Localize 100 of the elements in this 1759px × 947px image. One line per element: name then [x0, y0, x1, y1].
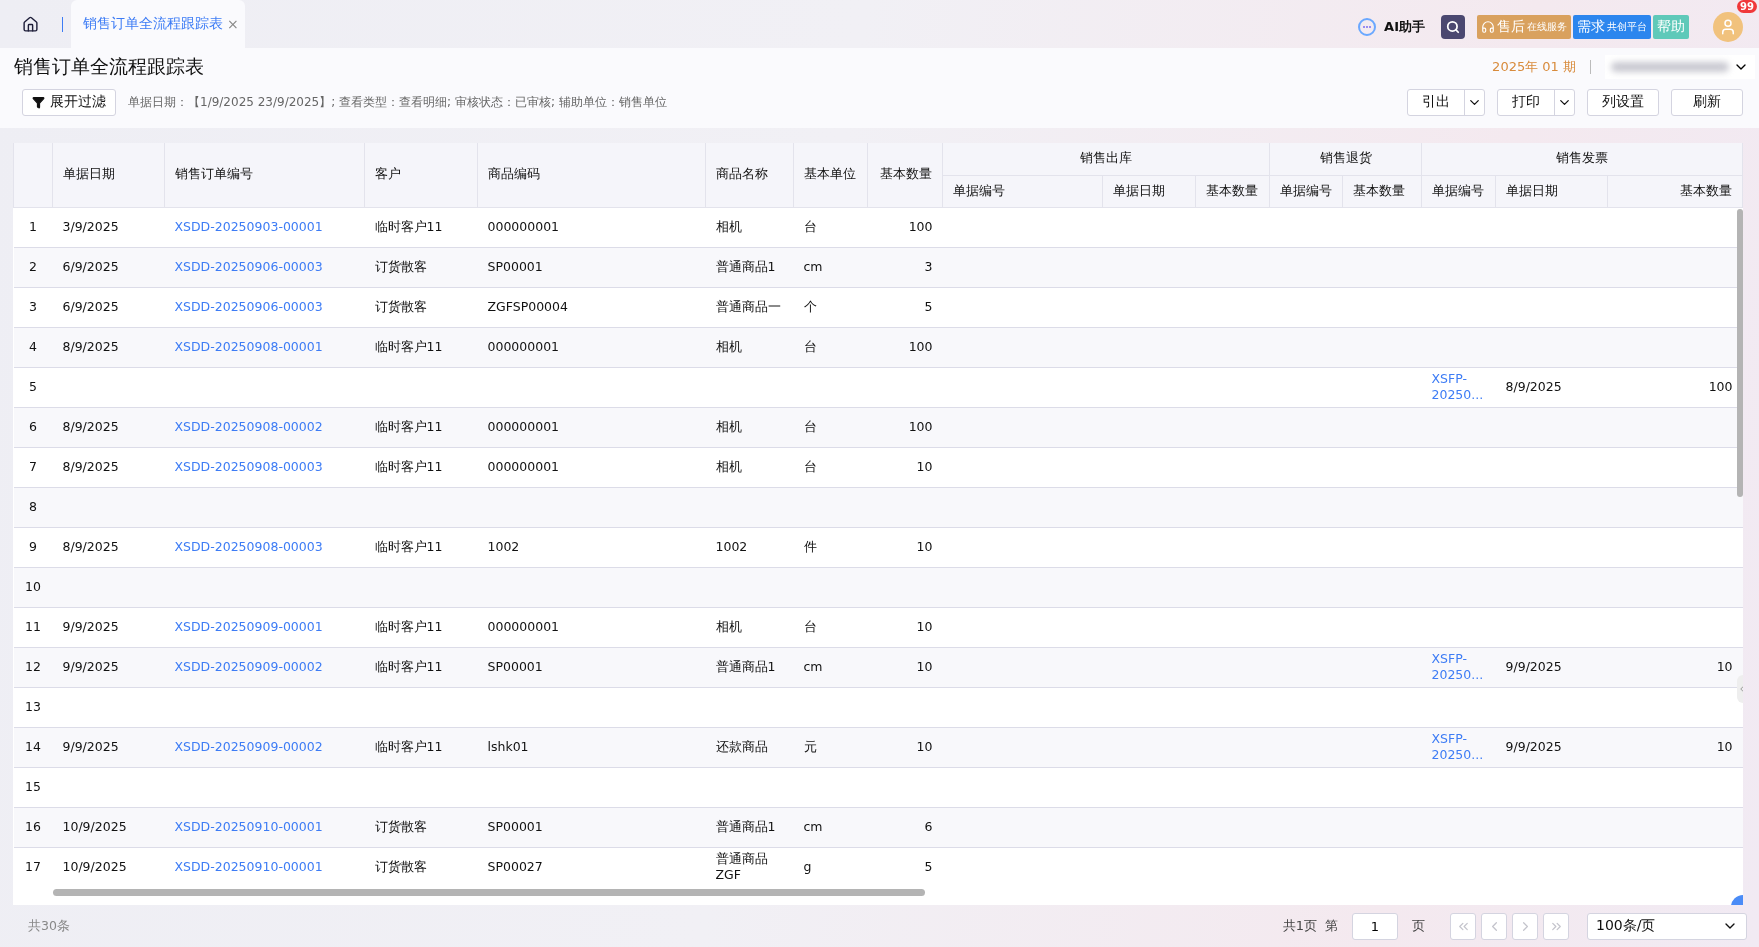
table-cell: g [793, 847, 868, 887]
table-cell: cm [793, 807, 868, 847]
period-label: 2025年 01 期 [1492, 58, 1576, 76]
document-link[interactable]: XSDD-20250908-00003 [164, 447, 365, 487]
document-link[interactable]: XSFP-20250... [1421, 727, 1496, 767]
document-link[interactable]: XSDD-20250909-00002 [164, 727, 365, 767]
row-number: 2 [13, 247, 53, 287]
table-cell: 000000001 [477, 207, 706, 247]
column-header: 单据日期 [1495, 175, 1608, 207]
row-number: 17 [13, 847, 53, 887]
table-cell: 8/9/2025 [52, 527, 165, 567]
page-input[interactable]: 1 [1352, 912, 1398, 940]
table-cell: 9/9/2025 [1495, 647, 1608, 687]
table-cell: 10 [867, 527, 943, 567]
document-link[interactable]: XSDD-20250908-00002 [164, 407, 365, 447]
table-cell: 3 [867, 247, 943, 287]
table-cell: 临时客户11 [364, 407, 478, 447]
table-cell: 6/9/2025 [52, 247, 165, 287]
document-link[interactable]: XSDD-20250908-00003 [164, 527, 365, 567]
document-link[interactable]: XSDD-20250903-00001 [164, 207, 365, 247]
search-button[interactable] [1441, 15, 1465, 39]
table-cell: 100 [867, 407, 943, 447]
chat-bubble-icon[interactable] [1357, 17, 1378, 37]
table-cell: 8/9/2025 [1495, 367, 1608, 407]
column-header: 单据编号 [1421, 175, 1496, 207]
row-number: 13 [13, 687, 53, 727]
table-cell: 台 [793, 447, 868, 487]
column-header: 单据编号 [1269, 175, 1343, 207]
page-title: 销售订单全流程跟踪表 [14, 54, 204, 79]
document-link[interactable]: XSFP-20250... [1421, 647, 1496, 687]
column-header: 单据编号 [942, 175, 1103, 207]
row-number: 15 [13, 767, 53, 807]
table-cell: 台 [793, 407, 868, 447]
table-cell: 8/9/2025 [52, 407, 165, 447]
document-link[interactable]: XSFP-20250... [1421, 367, 1496, 407]
table-cell: 台 [793, 607, 868, 647]
table-cell: 订货散客 [364, 847, 478, 887]
toolbar-button[interactable]: 刷新 [1671, 88, 1743, 116]
table-cell: 10 [867, 447, 943, 487]
after-sales-button[interactable]: 售后在线服务 [1477, 15, 1571, 39]
search-icon [1446, 20, 1460, 34]
document-link[interactable]: XSDD-20250908-00001 [164, 327, 365, 367]
table-cell: SP00001 [477, 807, 706, 847]
table-cell: 相机 [705, 327, 794, 367]
table-cell: 临时客户11 [364, 207, 478, 247]
table-cell: 9/9/2025 [1495, 727, 1608, 767]
table-cell: lshk01 [477, 727, 706, 767]
document-link[interactable]: XSDD-20250910-00001 [164, 807, 365, 847]
table-cell: 100 [867, 207, 943, 247]
table-cell: 普通商品1 [705, 807, 794, 847]
column-header: 基本单位 [793, 143, 868, 207]
row-number: 6 [13, 407, 53, 447]
table-cell: 3/9/2025 [52, 207, 165, 247]
table-cell: SP00001 [477, 247, 706, 287]
table-cell: 还款商品 [705, 727, 794, 767]
document-link[interactable]: XSDD-20250909-00001 [164, 607, 365, 647]
headset-icon [1481, 20, 1495, 34]
table-cell: 9/9/2025 [52, 727, 165, 767]
table-cell: cm [793, 647, 868, 687]
row-number: 3 [13, 287, 53, 327]
user-avatar[interactable] [1713, 12, 1743, 42]
table-cell: SP00027 [477, 847, 706, 887]
row-number: 9 [13, 527, 53, 567]
page-size-select[interactable]: 100条/页 [1587, 912, 1747, 940]
table-cell: 相机 [705, 607, 794, 647]
ai-assistant-link[interactable]: AI助手 [1384, 18, 1425, 36]
column-header: 单据日期 [52, 143, 165, 207]
table-cell: 元 [793, 727, 868, 767]
document-link[interactable]: XSDD-20250906-00003 [164, 287, 365, 327]
row-number: 7 [13, 447, 53, 487]
vertical-scrollbar[interactable] [1737, 209, 1743, 497]
table-cell: 临时客户11 [364, 327, 478, 367]
table-cell: 100 [867, 327, 943, 367]
table-cell: 临时客户11 [364, 527, 478, 567]
feedback-platform-button[interactable]: 需求共创平台 [1573, 15, 1651, 39]
page-suffix: 页 [1412, 917, 1425, 935]
table-cell: 个 [793, 287, 868, 327]
table-cell: 临时客户11 [364, 727, 478, 767]
table-cell: 相机 [705, 207, 794, 247]
column-header: 基本数量 [867, 143, 943, 207]
column-header: 单据日期 [1102, 175, 1196, 207]
table-cell: 相机 [705, 447, 794, 487]
filter-summary: 单据日期：【1/9/2025 23/9/2025】; 查看类型：查看明细; 审核状态：已审核; 辅助单位：销售单位 [128, 93, 667, 111]
document-link[interactable]: XSDD-20250906-00003 [164, 247, 365, 287]
table-cell: 件 [793, 527, 868, 567]
table-cell: 临时客户11 [364, 647, 478, 687]
page-tab[interactable]: 销售订单全流程跟踪表 × [71, 0, 245, 48]
table-cell: 普通商品1 [705, 247, 794, 287]
document-link[interactable]: XSDD-20250909-00002 [164, 647, 365, 687]
column-group-header: 销售发票 [1421, 143, 1743, 175]
table-cell: 订货散客 [364, 287, 478, 327]
column-header: 客户 [364, 143, 478, 207]
account-selector[interactable] [1605, 55, 1755, 79]
document-link[interactable]: XSDD-20250910-00001 [164, 847, 365, 887]
column-header: 基本数量 [1342, 175, 1422, 207]
horizontal-scrollbar[interactable] [53, 889, 925, 896]
total-count: 共30条 [28, 917, 70, 935]
toolbar-button[interactable]: 列设置 [1587, 88, 1659, 116]
table-cell: 订货散客 [364, 247, 478, 287]
expand-filter-button[interactable]: 展开过滤 [22, 88, 116, 116]
